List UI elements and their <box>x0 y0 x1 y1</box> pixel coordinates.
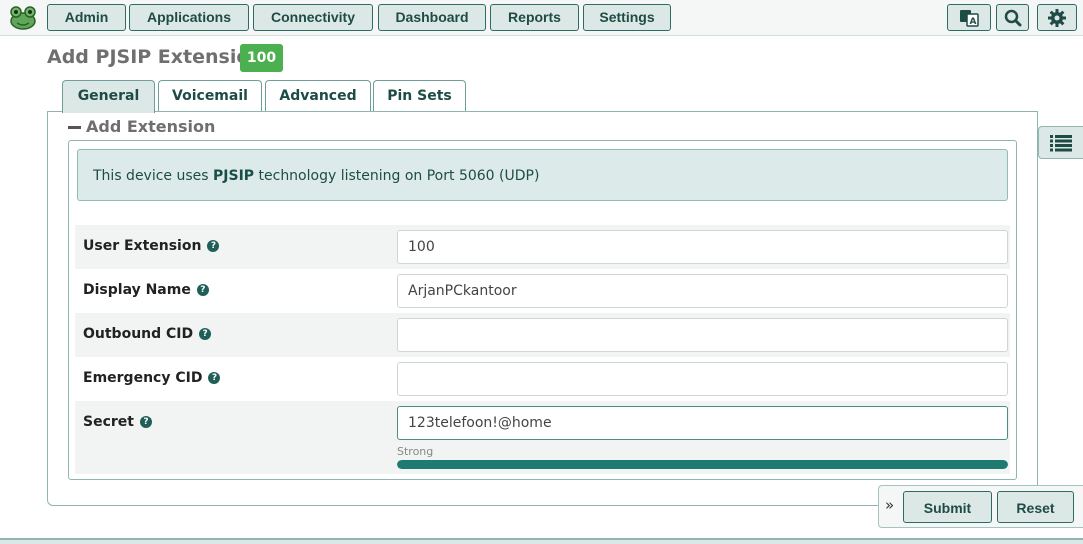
collapse-minus-icon <box>68 125 81 129</box>
side-list-toggle[interactable] <box>1038 126 1083 159</box>
help-icon[interactable]: ? <box>208 372 221 384</box>
language-icon: A <box>960 9 979 27</box>
nav-dashboard[interactable]: Dashboard <box>378 4 486 31</box>
password-strength-label: Strong <box>397 445 434 458</box>
secret-label: Secret <box>83 414 134 430</box>
user-extension-label: User Extension <box>83 238 202 254</box>
field-label: Outbound CID ? <box>83 325 212 343</box>
user-extension-input[interactable] <box>397 230 1008 264</box>
display-name-label: Display Name <box>83 282 191 298</box>
footer-divider <box>0 538 1083 544</box>
outbound-cid-label: Outbound CID <box>83 326 194 342</box>
tab-pin-sets[interactable]: Pin Sets <box>373 80 466 112</box>
info-suffix: technology listening on Port 5060 (UDP) <box>254 168 540 184</box>
page-title: Add PJSIP Extension <box>47 46 263 68</box>
section-heading: Add Extension <box>86 117 216 136</box>
info-tech: PJSIP <box>213 168 255 184</box>
emergency-cid-input[interactable] <box>397 362 1008 396</box>
settings-button[interactable] <box>1037 4 1077 31</box>
help-icon[interactable]: ? <box>196 284 209 296</box>
field-label: User Extension ? <box>83 237 220 255</box>
action-bar: » Submit Reset <box>878 485 1083 528</box>
list-icon <box>1050 134 1072 151</box>
gear-icon <box>1048 8 1066 27</box>
form-row-outbound-cid: Outbound CID ? <box>75 313 1010 357</box>
double-chevron-right-icon[interactable]: » <box>885 496 894 514</box>
nav-connectivity[interactable]: Connectivity <box>253 4 373 31</box>
search-button[interactable] <box>996 4 1029 31</box>
frog-logo-icon[interactable] <box>8 5 38 31</box>
help-icon[interactable]: ? <box>139 416 152 428</box>
section-header[interactable]: Add Extension <box>68 116 215 138</box>
field-label: Display Name ? <box>83 281 209 299</box>
search-icon <box>1004 9 1021 26</box>
form-row-emergency-cid: Emergency CID ? <box>75 357 1010 401</box>
tab-general[interactable]: General <box>62 80 155 113</box>
tab-voicemail[interactable]: Voicemail <box>158 80 262 112</box>
device-info-alert: This device uses PJSIP technology listen… <box>77 149 1008 201</box>
language-button[interactable]: A <box>947 4 991 31</box>
field-label: Emergency CID ? <box>83 369 221 387</box>
display-name-input[interactable] <box>397 274 1008 308</box>
reset-button[interactable]: Reset <box>997 491 1074 523</box>
field-label: Secret ? <box>83 413 152 431</box>
submit-button[interactable]: Submit <box>903 491 992 523</box>
top-navbar: Admin Applications Connectivity Dashboar… <box>0 0 1083 36</box>
emergency-cid-label: Emergency CID <box>83 370 203 386</box>
password-strength-bar <box>397 460 1008 469</box>
password-strength-fill <box>397 460 1008 469</box>
secret-input[interactable] <box>397 406 1008 440</box>
help-icon[interactable]: ? <box>207 240 220 252</box>
nav-reports[interactable]: Reports <box>490 4 579 31</box>
tab-advanced[interactable]: Advanced <box>265 80 371 112</box>
form-row-user-extension: User Extension ? <box>75 225 1010 269</box>
nav-applications[interactable]: Applications <box>129 4 249 31</box>
extension-badge: 100 <box>240 44 283 72</box>
svg-text:A: A <box>970 17 977 27</box>
help-icon[interactable]: ? <box>199 328 212 340</box>
info-prefix: This device uses <box>93 168 214 184</box>
form-row-display-name: Display Name ? <box>75 269 1010 313</box>
outbound-cid-input[interactable] <box>397 318 1008 352</box>
nav-admin[interactable]: Admin <box>47 4 126 31</box>
nav-settings[interactable]: Settings <box>583 4 671 31</box>
